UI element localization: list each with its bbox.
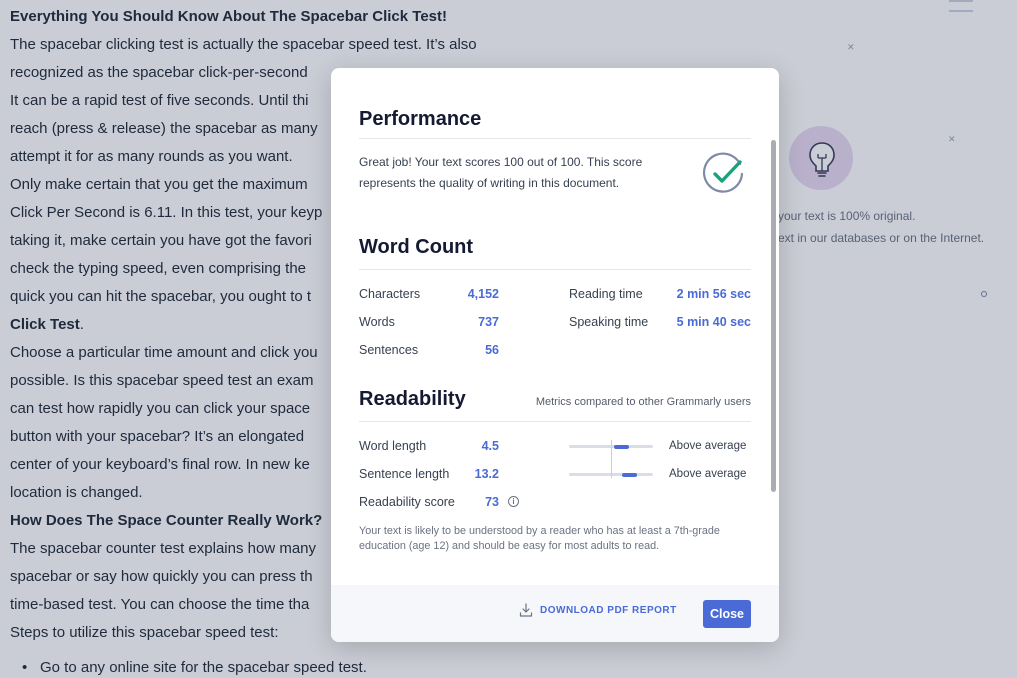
close-button[interactable]: Close xyxy=(703,600,751,628)
info-icon[interactable]: i xyxy=(508,496,519,507)
download-pdf-label: DOWNLOAD PDF REPORT xyxy=(540,604,677,616)
sentence-length-label: Sentence length xyxy=(359,467,450,481)
modal-footer: DOWNLOAD PDF REPORT Close xyxy=(331,585,779,642)
download-icon xyxy=(519,603,533,617)
characters-value: 4,152 xyxy=(467,287,499,301)
modal-scrollbar[interactable] xyxy=(771,140,776,492)
reading-time-value: 2 min 56 sec xyxy=(676,287,751,301)
performance-modal: Performance Great job! Your text scores … xyxy=(331,68,779,642)
readability-score-value: 73 xyxy=(485,495,499,509)
word-length-label: Word length xyxy=(359,439,427,453)
sentence-length-comparison: Above average xyxy=(669,468,747,480)
words-value: 737 xyxy=(478,315,499,329)
speaking-time-value: 5 min 40 sec xyxy=(676,315,751,329)
words-label: Words xyxy=(359,315,395,329)
sentences-value: 56 xyxy=(485,343,499,357)
reading-time-label: Reading time xyxy=(569,287,643,301)
divider xyxy=(359,269,751,270)
word-length-value: 4.5 xyxy=(481,439,499,453)
divider xyxy=(359,138,751,139)
performance-title: Performance xyxy=(359,108,482,130)
average-marker xyxy=(611,440,612,478)
readability-title: Readability xyxy=(359,388,466,410)
sentence-length-value: 13.2 xyxy=(474,467,499,481)
characters-label: Characters xyxy=(359,287,421,301)
sentence-length-bar-fill xyxy=(621,472,637,477)
sentences-label: Sentences xyxy=(359,343,419,357)
word-length-bar-fill xyxy=(614,444,630,449)
word-length-comparison: Above average xyxy=(669,440,747,452)
checkmark-circle-icon xyxy=(703,152,744,193)
speaking-time-label: Speaking time xyxy=(569,315,649,329)
divider xyxy=(359,421,751,422)
readability-note: Your text is likely to be understood by … xyxy=(359,525,720,552)
metrics-note: Metrics compared to other Grammarly user… xyxy=(535,396,751,408)
readability-score-label: Readability score xyxy=(359,495,455,509)
performance-text: Great job! Your text scores 100 out of 1… xyxy=(359,155,643,190)
download-pdf-button[interactable]: DOWNLOAD PDF REPORT xyxy=(519,603,677,617)
word-count-title: Word Count xyxy=(359,236,474,258)
